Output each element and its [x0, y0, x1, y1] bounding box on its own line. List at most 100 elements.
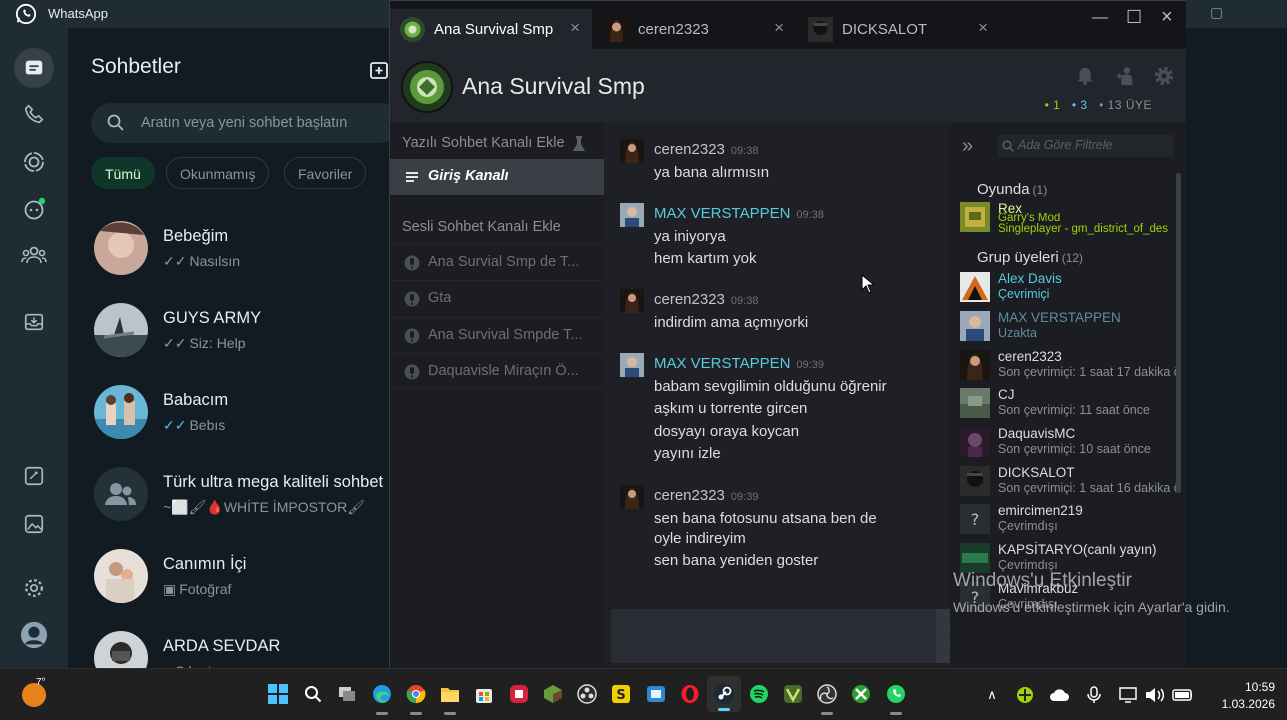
- avatar: [960, 311, 990, 341]
- search-icon: [1002, 140, 1014, 152]
- profile-avatar[interactable]: [20, 621, 48, 649]
- notification-bell-icon[interactable]: [1074, 65, 1096, 87]
- edge-icon[interactable]: [370, 682, 394, 715]
- windows-logo-icon: [268, 684, 288, 704]
- member-item[interactable]: ceren2323 Son çevrimiçi: 1 saat 17 dakik…: [960, 347, 1186, 385]
- task-view-icon[interactable]: [335, 682, 359, 706]
- chats-nav-icon[interactable]: [14, 48, 54, 88]
- chat-item[interactable]: Babacım ✓✓ Bebıs: [68, 374, 390, 456]
- chevron-up-icon[interactable]: ∧: [982, 685, 1002, 705]
- chat-item[interactable]: Canımın İçi ▣ Fotoğraf: [68, 538, 390, 620]
- steam-taskbar-icon[interactable]: [707, 676, 741, 712]
- member-item[interactable]: Alex Davis Çevrimiçi: [960, 269, 1186, 307]
- voice-channel[interactable]: Daquavisle Miraçın Ö...: [390, 353, 604, 389]
- obs-icon[interactable]: [575, 682, 599, 706]
- message-text: ya bana alırmısın: [654, 164, 770, 181]
- collapse-members-icon[interactable]: »: [962, 135, 973, 158]
- minecraft-icon[interactable]: [541, 682, 565, 706]
- tab-ceren2323[interactable]: ceren2323 ×: [594, 9, 796, 49]
- whatsapp-nav-rail: [0, 28, 68, 668]
- obs-studio-icon[interactable]: [815, 682, 839, 715]
- chat-name: Türk ultra mega kaliteli sohbet: [163, 473, 384, 491]
- steam-chat-window: Ana Survival Smp × ceren2323 × DICKSALOT…: [389, 0, 1186, 669]
- message-author: MAX VERSTAPPEN 09:38: [654, 205, 824, 222]
- store-icon[interactable]: [472, 682, 496, 706]
- whatsapp-taskbar-icon[interactable]: [884, 682, 908, 715]
- spotify-icon[interactable]: [747, 682, 771, 706]
- close-tab-icon[interactable]: ×: [570, 18, 580, 38]
- tab-ana-survival-smp[interactable]: Ana Survival Smp ×: [390, 9, 592, 49]
- member-item[interactable]: ? emircimen219 Çevrimdışı: [960, 501, 1186, 539]
- chat-item[interactable]: Bebeğim ✓✓ Nasılsın: [68, 210, 390, 292]
- member-item[interactable]: MAX VERSTAPPEN Uzakta: [960, 308, 1186, 346]
- new-chat-icon[interactable]: [370, 60, 390, 80]
- member-filter-input[interactable]: Ada Göre Filtrele: [998, 135, 1174, 157]
- member-item[interactable]: CJ Son çevrimiçi: 11 saat önce: [960, 385, 1186, 423]
- add-text-channel-button[interactable]: Yazılı Sohbet Kanalı Ekle: [402, 135, 565, 151]
- member-item[interactable]: DICKSALOT Son çevrimiçi: 1 saat 16 dakik…: [960, 463, 1186, 501]
- close-tab-icon[interactable]: ×: [978, 18, 988, 38]
- app-red-icon[interactable]: [507, 682, 531, 706]
- member-item[interactable]: Rex Garry's Mod Singleplayer - gm_distric…: [960, 199, 1186, 237]
- close-tab-icon[interactable]: ×: [774, 18, 784, 38]
- vivaldi-icon[interactable]: [781, 682, 805, 706]
- microphone-tray-icon[interactable]: [1084, 685, 1104, 705]
- group-name: Ana Survival Smp: [462, 73, 645, 99]
- search-taskbar-icon[interactable]: [301, 682, 325, 706]
- onedrive-icon[interactable]: [1050, 685, 1070, 705]
- network-icon[interactable]: [1118, 685, 1138, 705]
- tab-dicksalot[interactable]: DICKSALOT ×: [798, 9, 1000, 49]
- xbox-icon[interactable]: [849, 682, 873, 706]
- file-explorer-icon[interactable]: [438, 682, 462, 715]
- close-window-icon[interactable]: ×: [1161, 6, 1173, 29]
- channels-nav-icon[interactable]: [20, 195, 48, 223]
- text-channel-giris[interactable]: Giriş Kanalı: [390, 159, 604, 195]
- opera-icon[interactable]: [678, 682, 702, 706]
- avatar: [620, 203, 644, 227]
- media-nav-icon[interactable]: [20, 510, 48, 538]
- starred-nav-icon[interactable]: [20, 462, 48, 490]
- volume-icon[interactable]: [1144, 685, 1164, 705]
- default-avatar-icon: ?: [960, 504, 990, 534]
- restore-icon[interactable]: ▢: [1210, 4, 1223, 21]
- member-item[interactable]: DaquavisMC Son çevrimiçi: 10 saat önce: [960, 424, 1186, 462]
- in-game-header: Oyunda (1): [977, 181, 1048, 198]
- weather-widget[interactable]: 7°: [22, 677, 46, 707]
- chat-item[interactable]: GUYS ARMY ✓✓ Siz: Help: [68, 292, 390, 374]
- status-nav-icon[interactable]: [20, 148, 48, 176]
- calls-nav-icon[interactable]: [20, 100, 48, 128]
- chat-preview: ~⬜🖌🩸WHİTE İMPOSTOR🖌: [163, 499, 365, 515]
- app-title: WhatsApp: [48, 6, 108, 21]
- search-placeholder: Aratın veya yeni sohbet başlatın: [141, 115, 348, 131]
- voice-channel[interactable]: Gta: [390, 280, 604, 316]
- filter-all-chip[interactable]: Tümü: [91, 157, 155, 189]
- battery-icon[interactable]: [1172, 685, 1192, 705]
- minimize-icon[interactable]: —: [1092, 9, 1108, 27]
- add-voice-channel-button[interactable]: Sesli Sohbet Kanalı Ekle: [402, 219, 561, 235]
- filter-unread-chip[interactable]: Okunmamış: [166, 157, 270, 189]
- message-text: aşkım u torrente gircen: [654, 400, 808, 417]
- settings-nav-icon[interactable]: [20, 574, 48, 602]
- photos-icon[interactable]: [644, 682, 668, 706]
- avatar: [620, 289, 644, 313]
- chrome-icon[interactable]: [404, 682, 428, 715]
- maximize-icon[interactable]: ☐: [1126, 7, 1142, 28]
- archived-nav-icon[interactable]: [20, 308, 48, 336]
- windows-activation-watermark: Windows'u Etkinleştir Windows'u etkinleş…: [953, 570, 1230, 615]
- app-tray-icon[interactable]: [1015, 685, 1035, 705]
- start-button[interactable]: [266, 682, 290, 706]
- chat-name: GUYS ARMY: [163, 309, 262, 327]
- taskbar-clock[interactable]: 10:59 1.03.2026: [1207, 679, 1275, 713]
- message-text: indirdim ama açmıyorki: [654, 314, 809, 331]
- voice-channel[interactable]: Ana Survial Smp de T...: [390, 244, 604, 280]
- chat-item[interactable]: Türk ultra mega kaliteli sohbet ~⬜🖌🩸WHİT…: [68, 456, 390, 538]
- message-input[interactable]: [611, 609, 951, 663]
- settings-gear-icon[interactable]: [1153, 65, 1175, 87]
- sticky-app-icon[interactable]: S: [609, 682, 633, 706]
- communities-nav-icon[interactable]: [20, 241, 48, 269]
- add-friend-icon[interactable]: [1114, 65, 1136, 87]
- search-input[interactable]: Aratın veya yeni sohbet başlatın: [91, 103, 401, 143]
- voice-channel[interactable]: Ana Survival Smpde T...: [390, 317, 604, 353]
- filter-favorites-chip[interactable]: Favoriler: [284, 157, 367, 189]
- member-scrollbar[interactable]: [1176, 173, 1181, 493]
